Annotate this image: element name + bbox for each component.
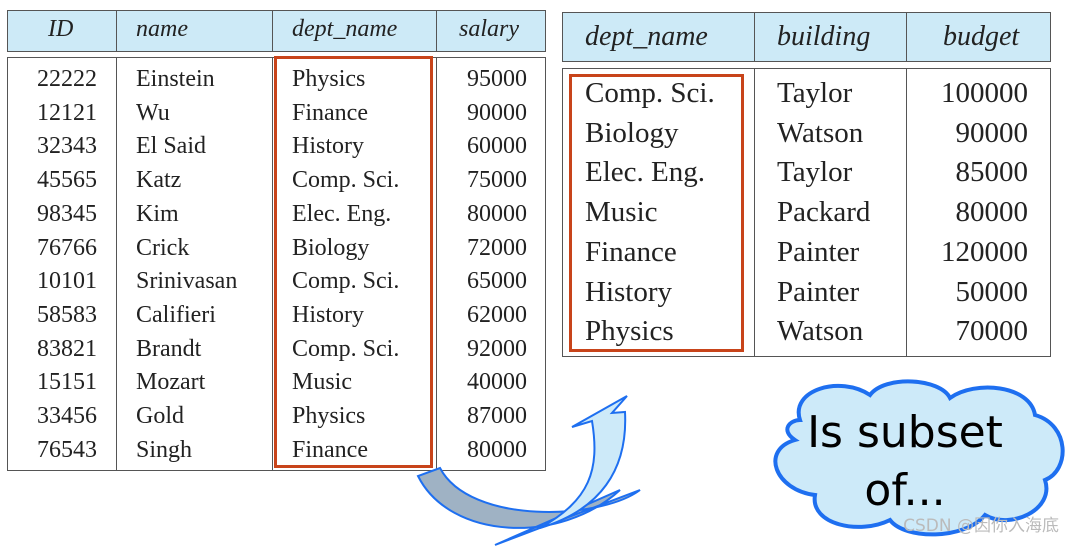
watermark: CSDN @因你入海底 bbox=[903, 516, 1059, 536]
callout-text: Is subset of... bbox=[807, 407, 1003, 516]
